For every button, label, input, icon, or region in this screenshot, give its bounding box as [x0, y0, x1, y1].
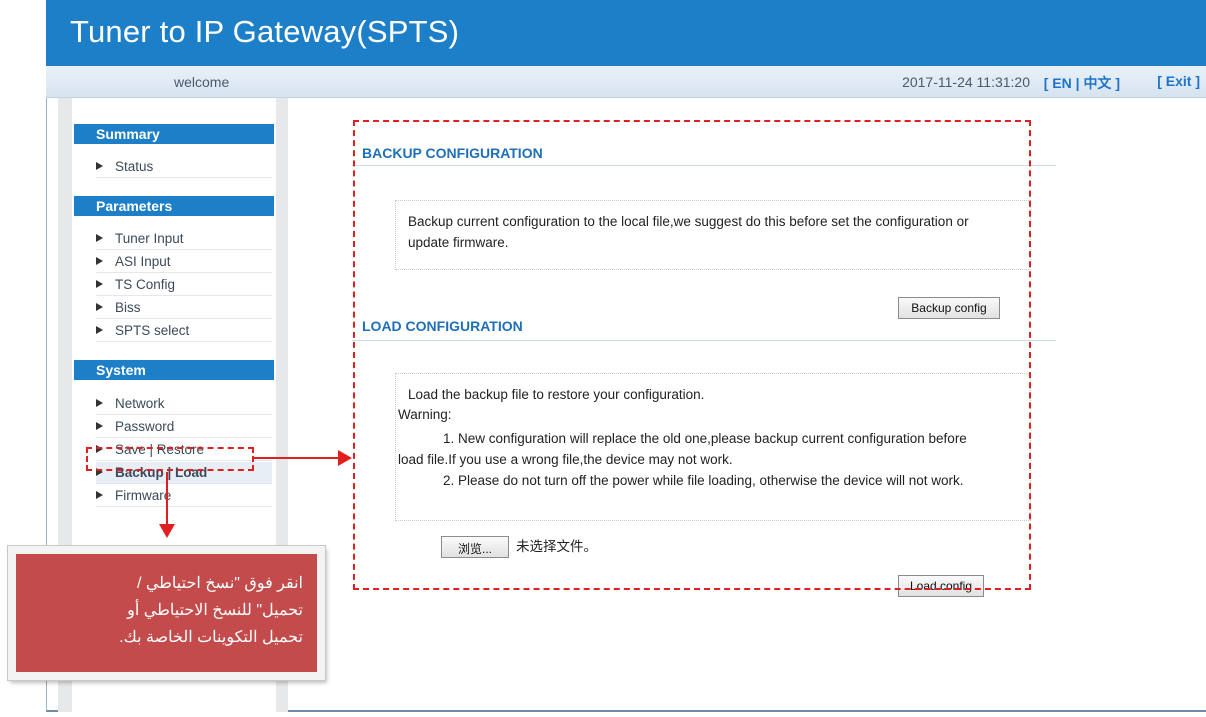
sidebar-item-network[interactable]: Network	[96, 393, 272, 415]
triangle-right-icon	[96, 326, 103, 334]
sidebar-item-ts-config[interactable]: TS Config	[96, 274, 272, 296]
callout-line2: تحميل" للنسخ الاحتياطي أو	[127, 602, 303, 619]
triangle-right-icon	[96, 280, 103, 288]
triangle-right-icon	[96, 162, 103, 170]
sidebar-item-asi-input[interactable]: ASI Input	[96, 251, 272, 273]
menu-highlight-box	[86, 447, 254, 471]
triangle-right-icon	[96, 422, 103, 430]
status-bar: welcome 2017-11-24 11:31:20 [ EN | 中文 ] …	[46, 66, 1206, 98]
section-summary: Summary	[74, 124, 274, 144]
app-title: Tuner to IP Gateway(SPTS)	[70, 14, 460, 49]
triangle-right-icon	[96, 491, 103, 499]
section-parameters: Parameters	[74, 196, 274, 216]
welcome-text: welcome	[174, 74, 230, 90]
triangle-right-icon	[96, 399, 103, 407]
sidebar-item-tuner-input[interactable]: Tuner Input	[96, 228, 272, 250]
triangle-right-icon	[96, 234, 103, 242]
instruction-callout: انقر فوق "نسخ احتياطي / تحميل" للنسخ الا…	[8, 546, 325, 680]
arrow-right-icon	[338, 450, 352, 466]
triangle-right-icon	[96, 257, 103, 265]
sidebar-item-status[interactable]: Status	[96, 156, 272, 178]
section-system: System	[74, 360, 274, 380]
sidebar-item-password[interactable]: Password	[96, 416, 272, 438]
content-highlight-box	[353, 120, 1031, 590]
exit-link[interactable]: [ Exit ]	[1157, 73, 1200, 89]
annotation-arrow-down-line	[166, 472, 168, 528]
app-header: Tuner to IP Gateway(SPTS)	[46, 0, 1206, 66]
lang-en-link[interactable]: [ EN |	[1044, 75, 1084, 91]
annotation-arrow-line	[254, 457, 342, 459]
triangle-right-icon	[96, 303, 103, 311]
callout-line3: تحميل التكوينات الخاصة بك.	[119, 629, 303, 646]
sidebar-item-biss[interactable]: Biss	[96, 297, 272, 319]
datetime-display: 2017-11-24 11:31:20	[902, 74, 1030, 90]
language-switcher[interactable]: [ EN | 中文 ]	[1044, 73, 1120, 93]
sidebar-item-spts-select[interactable]: SPTS select	[96, 320, 272, 342]
sidebar-item-firmware[interactable]: Firmware	[96, 485, 272, 507]
lang-close: ]	[1111, 75, 1120, 91]
lang-zh-link[interactable]: 中文	[1083, 75, 1111, 91]
arrow-down-icon	[159, 524, 175, 538]
callout-line1: انقر فوق "نسخ احتياطي /	[136, 575, 303, 592]
